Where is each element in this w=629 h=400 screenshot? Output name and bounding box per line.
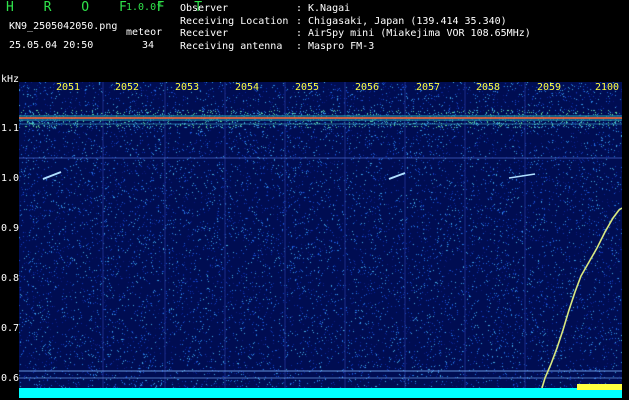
info-value: AirSpy mini (Miakejima VOR 108.65MHz) [308, 28, 531, 39]
time-label: 2100 [595, 82, 620, 93]
info-key: Observer [180, 3, 229, 14]
file-name: KN9_2505042050.png [9, 21, 118, 32]
y-tick-label: 0.7 [1, 323, 20, 334]
info-row-receiver: Receiver : AirSpy mini (Miakejima VOR 10… [180, 28, 531, 41]
spectrogram-overlay [19, 82, 622, 398]
meteor-echo [42, 171, 62, 180]
time-label: 2055 [295, 82, 320, 93]
info-key: Receiver [180, 28, 229, 39]
capture-datetime: 25.05.04 20:50 [9, 40, 94, 51]
time-label: 2056 [355, 82, 380, 93]
info-row-antenna: Receiving antenna : Maspro FM-3 [180, 41, 531, 54]
minute-grid [102, 82, 526, 398]
y-tick-label: 1.0 [1, 173, 20, 184]
info-key: Receiving antenna [180, 40, 283, 52]
meteor-echo [508, 173, 536, 179]
station-info: Observer : K.Nagai Receiving Location : … [180, 3, 531, 53]
info-value: Maspro FM-3 [308, 40, 375, 52]
info-sep: : [296, 40, 303, 52]
time-label: 2052 [115, 82, 140, 93]
info-row-location: Receiving Location : Chigasaki, Japan (1… [180, 16, 531, 29]
spectrogram [19, 82, 622, 398]
info-sep: : [296, 28, 303, 39]
info-sep: : [296, 15, 303, 27]
right-border [622, 78, 629, 400]
time-label: 2054 [235, 82, 260, 93]
time-label: 2053 [175, 82, 200, 93]
y-axis-unit: kHz [1, 74, 20, 85]
y-tick-label: 0.9 [1, 223, 20, 234]
header-panel: H R O F F T 1.0.0f KN9_2505042050.png me… [0, 0, 629, 78]
tracking-trace [538, 207, 622, 398]
y-tick-label: 1.1 [1, 123, 20, 134]
time-label: 2058 [476, 82, 501, 93]
time-label: 2051 [56, 82, 81, 93]
info-value: K.Nagai [308, 3, 351, 14]
time-label: 2059 [537, 82, 562, 93]
info-key: Receiving Location [180, 15, 289, 27]
y-tick-label: 0.8 [1, 273, 20, 284]
app-version: 1.0.0f [126, 2, 163, 13]
info-sep: : [296, 3, 303, 14]
meteor-label: meteor [126, 27, 163, 38]
y-tick-label: 0.6 [1, 373, 20, 384]
meteor-count: 34 [142, 40, 155, 51]
meteor-echo [388, 172, 406, 180]
baseline-strip [19, 388, 622, 398]
time-label: 2057 [416, 82, 441, 93]
baseline-highlight [577, 384, 622, 390]
info-row-observer: Observer : K.Nagai [180, 3, 531, 16]
info-value: Chigasaki, Japan (139.414 35.340) [308, 15, 507, 27]
